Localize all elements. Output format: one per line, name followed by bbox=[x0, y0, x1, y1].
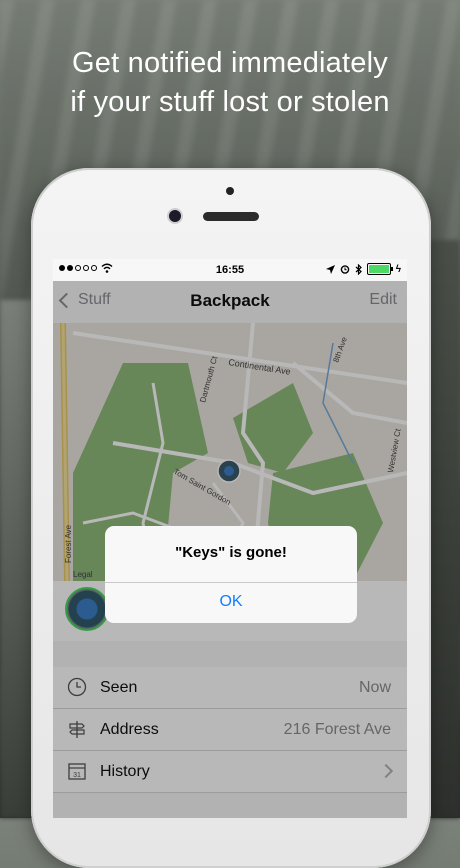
phone-sensor bbox=[226, 187, 234, 195]
headline-line-2: if your stuff lost or stolen bbox=[70, 86, 390, 118]
status-bar: 16:55 ϟ bbox=[53, 259, 407, 281]
headline-line-1: Get notified immediately bbox=[72, 47, 388, 79]
battery-icon bbox=[366, 263, 393, 275]
alert-ok-button[interactable]: OK bbox=[105, 593, 357, 611]
alert-title: "Keys" is gone! bbox=[175, 544, 287, 561]
status-icons: ϟ bbox=[325, 263, 401, 275]
alert-divider bbox=[105, 582, 357, 583]
alarm-icon bbox=[340, 265, 350, 274]
phone-speaker bbox=[203, 212, 259, 221]
location-arrow-icon bbox=[325, 264, 335, 274]
bluetooth-icon bbox=[355, 263, 362, 275]
charging-icon: ϟ bbox=[395, 263, 401, 275]
phone-camera bbox=[169, 210, 181, 222]
alert-dialog: "Keys" is gone! OK bbox=[105, 526, 357, 623]
promo-headline: Get notified immediately if your stuff l… bbox=[0, 44, 460, 122]
